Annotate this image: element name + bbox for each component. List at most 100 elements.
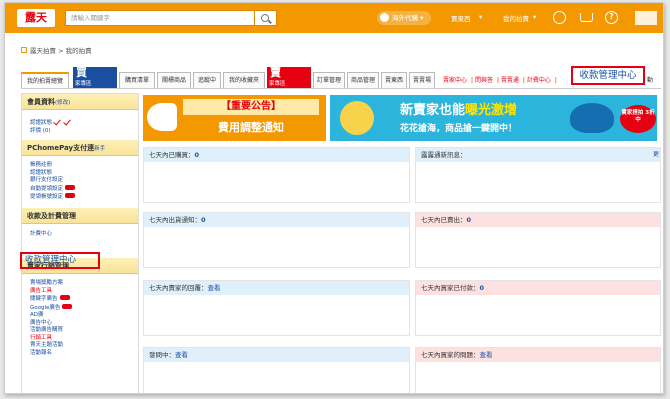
nav-my-account[interactable]: 我的拍賣 (503, 13, 529, 23)
pchome-newbie-link[interactable]: 新手 (94, 146, 105, 152)
sidebar: 會員資料(修改) 認證狀態 評價 (0) PChomePay支付連新手 帳務註冊… (21, 93, 139, 393)
tab-auction[interactable]: 追蹤中 (193, 72, 221, 88)
sidebar-item-ad[interactable]: AD廣 (22, 312, 138, 320)
tab-order-mgmt[interactable]: 訂單管理 (313, 72, 345, 88)
chat-icon[interactable] (553, 11, 566, 24)
panel-bought: 七天內已購買：0 (143, 147, 410, 203)
sidebar-item-theme-event[interactable]: 賣天主題活動 (22, 342, 138, 350)
top-header: 露天 請輸入關鍵字 海外代購 ▾ 賣東西 ▾ 我的拍賣 ▾ ? (5, 3, 663, 33)
panel-shipping-header: 七天內出貨通知：0 (144, 213, 409, 227)
sidebar-item-reward-plan[interactable]: 賣場獎勵方案 (22, 280, 138, 288)
tab-tracked[interactable]: 關標商品 (157, 72, 191, 88)
panel-sold: 七天內已賣出：0 (415, 212, 661, 268)
tab-bar: 我的拍賣總覽 買家專區 購買清單 關標商品 追蹤中 我的收藏夾 賣家專區 訂單管… (21, 67, 661, 89)
receipt-center-top-link[interactable]: 收款管理中心 (571, 66, 645, 85)
sidebar-item-google-ads[interactable]: Google廣告 (22, 303, 138, 313)
news-more-link[interactable]: 更 (653, 148, 659, 162)
bought-count[interactable]: 0 (195, 151, 200, 159)
nav-account-chevron-icon: ▾ (533, 13, 537, 21)
sidebar-item-withdraw-account[interactable]: 提領帳號設定 (22, 193, 138, 202)
megaphone-icon (147, 103, 177, 131)
help-icon[interactable]: ? (605, 11, 618, 24)
sidebar-item-account-register[interactable]: 帳務註冊 (22, 162, 138, 170)
overseas-label: 海外代購 (392, 14, 418, 22)
whale-icon (570, 103, 614, 133)
tab-summary[interactable]: 我的拍賣總覽 (21, 72, 69, 88)
sun-icon (340, 101, 374, 135)
avatar[interactable] (635, 11, 657, 25)
nav-sell-chevron-icon: ▾ (479, 13, 483, 21)
member-edit-link[interactable]: (修改) (55, 100, 70, 106)
globe-icon (380, 13, 389, 22)
panel-shipping: 七天內出貨通知：0 (143, 212, 410, 268)
paid-count[interactable]: 0 (480, 284, 485, 292)
new-badge (65, 193, 76, 198)
buyer-question-view-link[interactable]: 查看 (480, 351, 493, 359)
search-input[interactable]: 請輸入關鍵字 (65, 10, 255, 26)
billing-section-title: 收款及計費管理 (22, 207, 138, 224)
tab-my-store[interactable]: 賣賣場 (409, 72, 435, 88)
sidebar-item-keyword-ads[interactable]: 關鍵字廣告 (22, 295, 138, 304)
pchome-section-title: PChomePay支付連新手 (22, 140, 138, 156)
asking-view-link[interactable]: 查看 (175, 351, 188, 359)
receipt-center-top-label: 收款管理中心 (573, 68, 643, 83)
sidebar-item-billing-center[interactable]: 計費中心 (22, 231, 138, 239)
check-icon (64, 118, 74, 125)
tab-buy-list[interactable]: 購買清單 (119, 72, 155, 88)
sidebar-item-ad-tools: 廣告工具 (30, 287, 53, 294)
check-icon (54, 118, 64, 125)
receipt-center-side-link[interactable]: 收款管理中心 (20, 252, 100, 269)
promo-title: 新賣家也能曝光激增 (400, 103, 518, 118)
breadcrumb-text[interactable]: 露天拍賣 > 我的拍賣 (30, 47, 92, 55)
panel-news-header: 露露通新訊息： (416, 148, 660, 162)
tab-sell-item[interactable]: 賣東西 (381, 72, 407, 88)
panel-buyer-question: 七天內買家的問題：查看 (415, 347, 661, 393)
link-billing-center[interactable]: 計費中心 (527, 77, 551, 84)
seller-links: 賣家中心 | 問與答 | 賣賣通 | 計費中心 | (443, 77, 557, 84)
cart-icon[interactable] (580, 13, 593, 22)
new-badge (62, 303, 73, 309)
sidebar-item-pchome-verify[interactable]: 認證狀態 (22, 170, 138, 178)
announcement-subtitle: 費用調整通知 (218, 121, 284, 134)
receipt-center-side-label: 收款管理中心 (25, 255, 77, 265)
ruten-logo[interactable]: 露天 (17, 9, 55, 27)
sidebar-item-event-ad-buy[interactable]: 活動廣告購買 (22, 327, 138, 335)
seller-zone-tag: 賣家專區 (267, 67, 311, 88)
panel-asking: 發問中：查看 (143, 347, 410, 393)
panel-buyer-paid-header: 七天內買家已付款：0 (416, 281, 660, 295)
app-window: 露天 請輸入關鍵字 海外代購 ▾ 賣東西 ▾ 我的拍賣 ▾ ? 露天拍賣 > 我… (4, 2, 664, 394)
sidebar-item-event-signup[interactable]: 活動報名 (22, 350, 138, 358)
panel-buyer-question-header: 七天內買家的問題：查看 (416, 348, 660, 362)
sidebar-item-marketing-tools: 行銷工具 (30, 334, 53, 341)
sold-count[interactable]: 0 (467, 216, 472, 224)
link-seller-center[interactable]: 賣家中心 (443, 77, 467, 84)
sidebar-item-auto-withdraw[interactable]: 自動提領設定 (22, 184, 138, 194)
member-section-title: 會員資料(修改) (22, 94, 138, 110)
promo-badge: 賣家搭拍 3折中 (620, 105, 656, 133)
panel-buyer-paid: 七天內買家已付款：0 (415, 280, 661, 336)
link-qa[interactable]: 問與答 (475, 77, 493, 84)
sidebar-item-verification[interactable]: 認證狀態 (22, 118, 138, 128)
overseas-buy-button[interactable]: 海外代購 ▾ (377, 11, 432, 25)
ship-count[interactable]: 0 (201, 216, 206, 224)
seller-reply-view-link[interactable]: 查看 (208, 284, 221, 292)
overflow-link[interactable]: 動 (647, 75, 653, 84)
tab-favorites[interactable]: 我的收藏夾 (223, 72, 265, 88)
panel-seller-reply: 七天內賣家的回覆：查看 (143, 280, 410, 336)
announcement-banner[interactable]: 【重要公告】 費用調整通知 (143, 95, 326, 141)
sidebar-item-ad-center[interactable]: 廣告中心 (22, 320, 138, 328)
breadcrumb: 露天拍賣 > 我的拍賣 (21, 45, 92, 55)
link-mai-mai-tong[interactable]: 賣賣通 (501, 77, 519, 84)
panel-asking-header: 發問中：查看 (144, 348, 409, 362)
home-icon (21, 47, 27, 53)
nav-sell[interactable]: 賣東西 (451, 13, 471, 23)
new-badge (65, 184, 76, 190)
panel-bought-header: 七天內已購買：0 (144, 148, 409, 162)
sidebar-item-rating[interactable]: 評價 (0) (22, 128, 138, 136)
promo-banner[interactable]: 新賣家也能曝光激增 花花搶海，商品搶一鍵開中！ 賣家搭拍 3折中 (330, 95, 657, 141)
search-icon[interactable] (255, 10, 277, 26)
sidebar-item-bank-setting[interactable]: 銀行支付設定 (22, 177, 138, 185)
buyer-zone-tag: 買家專區 (73, 67, 117, 88)
tab-product-mgmt[interactable]: 商品管理 (347, 72, 379, 88)
new-badge (59, 295, 70, 300)
